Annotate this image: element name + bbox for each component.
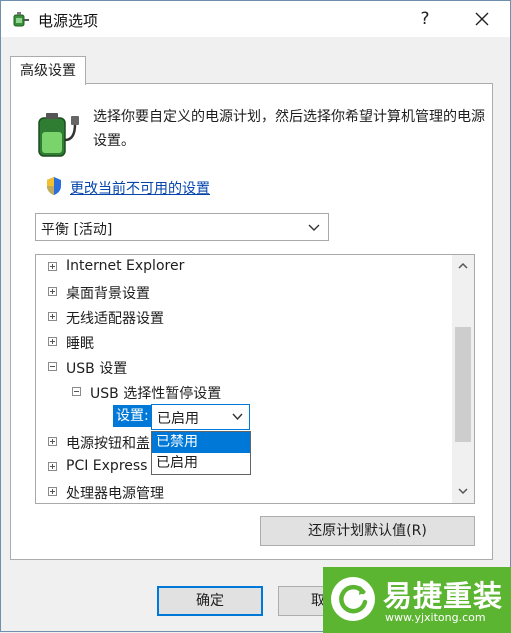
power-plan-select[interactable]: 平衡 [活动] xyxy=(35,213,329,241)
battery-plug-icon xyxy=(38,113,79,157)
watermark-name: 易捷重装 xyxy=(383,579,504,613)
scroll-up-icon[interactable] xyxy=(457,260,469,272)
collapse-icon[interactable] xyxy=(48,362,57,371)
help-button[interactable]: ? xyxy=(413,7,437,31)
power-options-dialog: 电源选项 ? 高级设置 选择你要自定义的电源计划，然后选择你希望计算机管理的电源… xyxy=(0,0,511,633)
power-options-icon xyxy=(13,12,29,27)
close-icon xyxy=(475,12,489,26)
change-unavailable-settings-link[interactable]: 更改当前不可用的设置 xyxy=(70,178,210,198)
expand-icon[interactable] xyxy=(48,262,57,271)
option-disabled[interactable]: 已禁用 xyxy=(152,432,250,453)
ok-button[interactable]: 确定 xyxy=(157,586,263,616)
expand-icon[interactable] xyxy=(48,287,57,296)
title-bar: 电源选项 ? xyxy=(1,1,510,37)
setting-value-dropdown: 已禁用 已启用 xyxy=(151,431,251,475)
power-plan-value: 平衡 [活动] xyxy=(41,222,113,238)
setting-value: 已启用 xyxy=(157,411,199,427)
intro-text: 选择你要自定义的电源计划，然后选择你希望计算机管理的电源设置。 xyxy=(93,109,485,149)
setting-value-select[interactable]: 已启用 xyxy=(151,404,250,430)
tab-advanced-settings[interactable]: 高级设置 xyxy=(10,56,86,85)
watermark-url: www.yjxitong.com xyxy=(385,611,486,624)
chevron-down-icon xyxy=(232,413,243,421)
expand-icon[interactable] xyxy=(48,337,57,346)
uac-shield-icon xyxy=(47,177,61,195)
setting-label: 设置: xyxy=(113,405,153,427)
window-title: 电源选项 xyxy=(38,12,99,30)
refresh-logo-icon xyxy=(331,577,375,621)
scroll-down-icon[interactable] xyxy=(457,485,469,497)
expand-icon[interactable] xyxy=(48,312,57,321)
site-watermark: 易捷重装 www.yjxitong.com xyxy=(323,567,511,633)
restore-defaults-button[interactable]: 还原计划默认值(R) xyxy=(260,516,475,546)
expand-icon[interactable] xyxy=(48,462,57,471)
close-button[interactable] xyxy=(467,7,497,31)
expand-icon[interactable] xyxy=(48,437,57,446)
option-enabled[interactable]: 已启用 xyxy=(152,453,250,474)
scrollbar-thumb[interactable] xyxy=(455,327,471,442)
chevron-down-icon xyxy=(308,224,320,231)
collapse-icon[interactable] xyxy=(72,387,81,396)
expand-icon[interactable] xyxy=(48,487,57,496)
